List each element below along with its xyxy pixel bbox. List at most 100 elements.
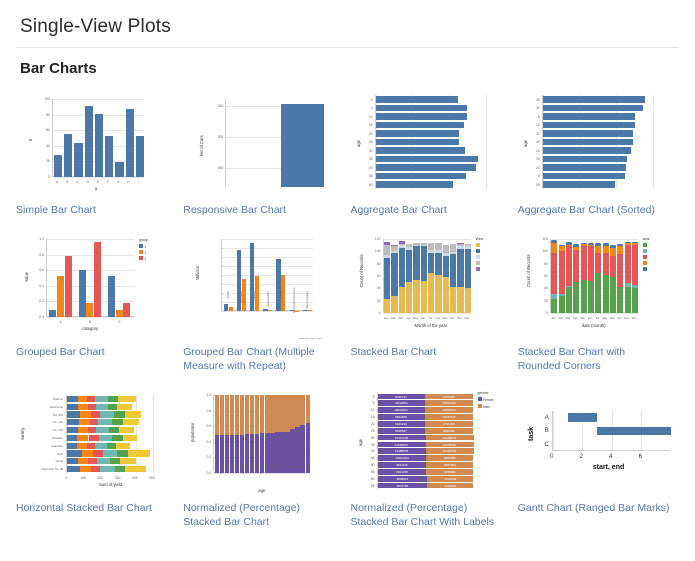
bar[interactable]: [375, 181, 453, 188]
bar-segment[interactable]: [435, 249, 442, 253]
thumbnail-aggregate-bar-chart[interactable]: 0 5 10 15 20 25 30 35 40 45 50 age: [351, 87, 512, 197]
bar[interactable]: [125, 109, 134, 177]
bar[interactable]: [94, 113, 104, 177]
thumbnail-gantt-chart[interactable]: A B C 0 2 4 6 task start, end: [518, 385, 679, 495]
bar-segment[interactable]: [632, 245, 639, 285]
caption-aggregate-bar-chart[interactable]: Aggregate Bar Chart: [351, 197, 503, 229]
bar-segment[interactable]: [442, 256, 449, 277]
thumbnail-responsive-bar-chart[interactable]: 150 200 250 ber of Cars: [183, 87, 344, 197]
caption-aggregate-bar-chart-sorted[interactable]: Aggregate Bar Chart (Sorted): [518, 197, 670, 229]
bar-segment[interactable]: [420, 244, 427, 247]
bar-segment[interactable]: [80, 465, 91, 473]
bar-segment[interactable]: [464, 287, 471, 313]
bar-segment[interactable]: [457, 244, 464, 247]
gallery-cell-simple-bar-chart[interactable]: A B C D E F G H I 0 20 40 60 80 100 b a Simple Bar Chart: [16, 87, 177, 229]
bar-segment[interactable]: [391, 295, 398, 313]
gallery-cell-responsive-bar-chart[interactable]: 150 200 250 ber of Cars Responsive Bar Char…: [183, 87, 344, 229]
bar-segment[interactable]: [566, 287, 573, 313]
bar[interactable]: [375, 155, 478, 163]
bar-segment[interactable]: [450, 243, 457, 252]
bar[interactable]: [115, 310, 123, 317]
bar-segment[interactable]: [270, 395, 275, 434]
thumbnail-stacked-bar-chart-rounded[interactable]: Jan Feb Mar Apr May Jun Jul Aug Sep Oct Nov Dec 0 20 4…: [518, 229, 679, 339]
thumbnail-grouped-bar-chart[interactable]: A B C 0.0 0.2 0.4 0.6 0.8 1.0 value category group 1…: [16, 229, 177, 339]
bar-segment[interactable]: [566, 242, 573, 246]
bar-segment[interactable]: [442, 276, 449, 313]
bar-segment[interactable]: [617, 286, 624, 313]
bar-segment[interactable]: [80, 411, 92, 418]
bar-segment[interactable]: [558, 294, 565, 296]
bar-segment[interactable]: [464, 243, 471, 246]
bar-segment[interactable]: [413, 245, 420, 280]
bar-segment[interactable]: [595, 273, 602, 313]
bar-segment[interactable]: [117, 395, 136, 402]
bar-segment[interactable]: [384, 244, 391, 255]
bar-segment[interactable]: [244, 395, 250, 434]
bar-segment[interactable]: [67, 442, 77, 449]
bar-segment[interactable]: [87, 458, 97, 465]
bar-segment[interactable]: [99, 434, 113, 441]
bar-segment[interactable]: [610, 245, 617, 249]
bar-segment[interactable]: [300, 395, 305, 425]
bar-segment[interactable]: [413, 279, 420, 313]
bar-segment[interactable]: [617, 246, 624, 255]
caption-simple-bar-chart[interactable]: Simple Bar Chart: [16, 197, 168, 229]
bar-segment[interactable]: [413, 244, 420, 246]
gallery-cell-normalized-stacked-bar-chart[interactable]: 0 5 10 15 20 25 30 35 40 45 50 55 60 65 70 75 80 85 90 0.0 0…: [183, 385, 344, 541]
bar-segment[interactable]: [457, 248, 464, 287]
bar[interactable]: [123, 303, 131, 317]
thumbnail-normalized-stacked-bar-chart-labels[interactable]: 9310714 9725380 10012654 10552146 10022254 10…: [351, 385, 512, 495]
bar-segment[interactable]: [112, 419, 123, 426]
bar-segment[interactable]: [67, 419, 80, 426]
bar-segment[interactable]: [391, 252, 398, 296]
gallery-cell-grouped-bar-chart-repeat[interactable]: Action Adventure Comedy Documentary Drama Con…: [183, 229, 344, 385]
bar-segment[interactable]: [67, 403, 79, 410]
bar-segment[interactable]: [457, 242, 464, 245]
bar-segment[interactable]: [617, 254, 624, 287]
bar-segment[interactable]: [398, 244, 405, 246]
thumbnail-grouped-bar-chart-repeat[interactable]: Action Adventure Comedy Documentary Drama Con…: [183, 229, 344, 339]
bar-segment[interactable]: [610, 276, 617, 313]
bar-segment[interactable]: [214, 395, 219, 435]
bar[interactable]: [49, 310, 57, 317]
bar-segment[interactable]: [624, 242, 631, 246]
bar-segment[interactable]: [442, 245, 449, 254]
bar-segment[interactable]: [398, 287, 405, 313]
bar[interactable]: [84, 106, 93, 177]
bar[interactable]: [375, 138, 460, 146]
gallery-cell-aggregate-bar-chart[interactable]: 0 5 10 15 20 25 30 35 40 45 50 age Aggregate Bar Ch…: [351, 87, 512, 229]
bar-segment[interactable]: [95, 403, 108, 410]
bar-segment[interactable]: [384, 254, 391, 258]
bar-segment[interactable]: [398, 241, 405, 245]
bar-segment[interactable]: [224, 395, 230, 435]
bar-segment[interactable]: [580, 279, 587, 313]
bar[interactable]: [375, 113, 467, 120]
bar-segment[interactable]: [67, 434, 78, 441]
bar-segment[interactable]: [107, 403, 118, 410]
bar-segment[interactable]: [87, 403, 96, 410]
bar-segment[interactable]: [566, 245, 573, 247]
bar-segment[interactable]: [86, 442, 96, 449]
caption-gantt-chart[interactable]: Gantt Chart (Ranged Bar Marks): [518, 495, 670, 527]
bar-segment[interactable]: [450, 251, 457, 255]
bar[interactable]: [64, 255, 72, 317]
bar-segment[interactable]: [87, 395, 96, 402]
thumbnail-normalized-stacked-bar-chart[interactable]: 0 5 10 15 20 25 30 35 40 45 50 55 60 65 70 75 80 85 90 0.0 0…: [183, 385, 344, 495]
bar-segment[interactable]: [122, 434, 138, 441]
bar-segment[interactable]: [420, 242, 427, 245]
bar-segment[interactable]: [305, 395, 310, 424]
bar[interactable]: [56, 276, 64, 317]
bar[interactable]: [108, 276, 116, 317]
bar-segment[interactable]: [573, 244, 580, 247]
bar-segment[interactable]: [100, 411, 115, 418]
bar-segment[interactable]: [406, 244, 413, 247]
bar-segment[interactable]: [78, 403, 88, 410]
bar-segment[interactable]: [580, 245, 587, 280]
bar-segment[interactable]: [90, 465, 101, 473]
bar-segment[interactable]: [67, 458, 78, 465]
bar-segment[interactable]: [566, 286, 573, 288]
bar-segment[interactable]: [428, 273, 435, 313]
bar-segment[interactable]: [125, 465, 146, 473]
caption-stacked-bar-chart-rounded[interactable]: Stacked Bar Chart with Rounded Corners: [518, 339, 670, 385]
bar-segment[interactable]: [67, 450, 83, 457]
